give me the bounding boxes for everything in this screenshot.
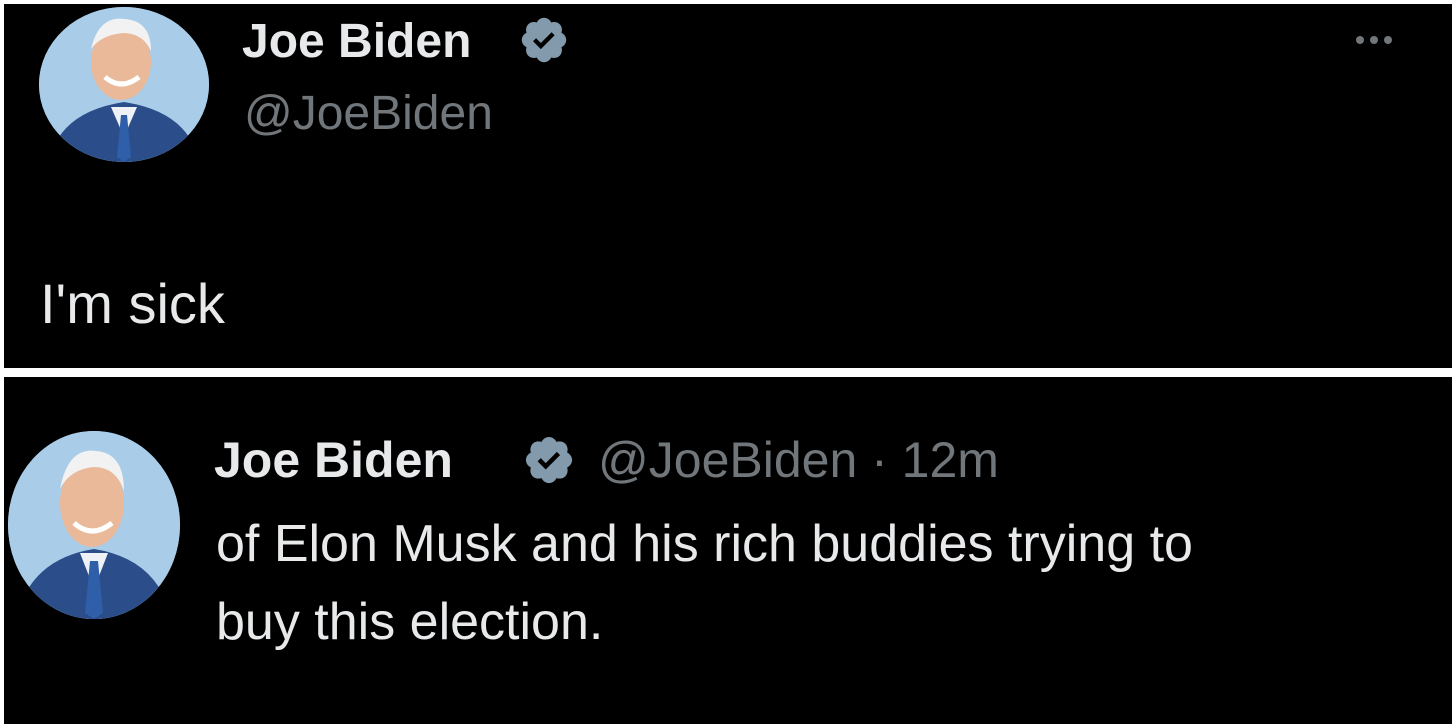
tweet-card-top: Joe Biden @JoeBiden I'm sick bbox=[4, 4, 1452, 368]
avatar[interactable] bbox=[39, 7, 209, 162]
tweet-text-line-2: buy this election. bbox=[216, 593, 604, 651]
author-name[interactable]: Joe Biden bbox=[242, 14, 471, 70]
author-handle[interactable]: @JoeBiden bbox=[244, 86, 493, 142]
tweet-text: I'm sick bbox=[40, 272, 225, 335]
author-name[interactable]: Joe Biden bbox=[214, 431, 453, 489]
tweet-text-line-1: of Elon Musk and his rich buddies trying… bbox=[216, 515, 1193, 573]
tweet-card-bottom: Joe Biden @JoeBiden · 12m of Elon Musk a… bbox=[4, 377, 1452, 724]
more-horizontal-icon[interactable] bbox=[1356, 36, 1392, 44]
verified-badge-icon bbox=[518, 14, 570, 66]
profile-photo bbox=[8, 431, 180, 619]
verified-badge-icon bbox=[522, 433, 576, 487]
author-handle-timestamp[interactable]: @JoeBiden · 12m bbox=[598, 431, 999, 489]
profile-photo bbox=[39, 7, 209, 162]
avatar[interactable] bbox=[8, 431, 180, 619]
